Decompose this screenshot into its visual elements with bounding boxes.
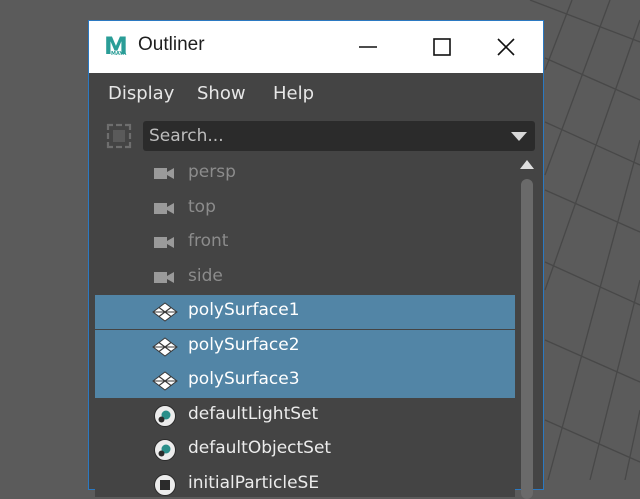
- maya-app-icon: M MAYA: [103, 32, 129, 60]
- outliner-item-label: persp: [188, 162, 236, 182]
- outliner-item-label: defaultObjectSet: [188, 438, 332, 458]
- scrollbar-thumb[interactable]: [521, 179, 533, 499]
- outliner-window: M MAYA Outliner Display Show Help Search…: [88, 20, 544, 499]
- camera-icon: [154, 237, 174, 248]
- outliner-item-polysurface3[interactable]: polySurface3: [95, 364, 515, 398]
- filter-icon[interactable]: [105, 122, 133, 150]
- vertical-scrollbar[interactable]: [517, 157, 537, 499]
- menu-bar: Display Show Help: [95, 76, 537, 116]
- outliner-item-defaultobjectset[interactable]: defaultObjectSet: [95, 433, 515, 467]
- minimize-icon: [359, 46, 377, 48]
- maximize-button[interactable]: [415, 21, 469, 73]
- maximize-icon: [433, 38, 451, 56]
- outliner-item-side[interactable]: side: [95, 261, 515, 295]
- outliner-item-top[interactable]: top: [95, 192, 515, 226]
- camera-icon: [154, 271, 174, 283]
- search-input[interactable]: [143, 121, 503, 151]
- menu-show[interactable]: Show: [197, 83, 246, 104]
- camera-icon: [154, 202, 174, 214]
- outliner-item-polysurface2[interactable]: polySurface2: [95, 329, 515, 364]
- search-dropdown-icon[interactable]: [511, 132, 527, 142]
- mesh-icon: [152, 336, 178, 357]
- search-box: [143, 121, 535, 151]
- close-icon: [497, 38, 515, 56]
- outliner-item-persp[interactable]: persp: [95, 157, 515, 191]
- outliner-item-label: front: [188, 231, 229, 251]
- outliner-item-label: top: [188, 196, 216, 217]
- window-title: Outliner: [138, 34, 205, 55]
- camera-icon: [154, 168, 174, 179]
- menu-help[interactable]: Help: [273, 83, 314, 104]
- outliner-item-front[interactable]: front: [95, 226, 515, 260]
- outliner-item-label: side: [188, 265, 223, 286]
- set-icon: [154, 439, 176, 461]
- set-icon: [154, 404, 176, 427]
- outliner-list: persp top front side polySurface1 polySu…: [95, 157, 515, 497]
- outliner-item-label: initialParticleSE: [188, 472, 320, 493]
- mesh-icon: [152, 302, 178, 322]
- menu-display[interactable]: Display: [108, 83, 174, 104]
- outliner-toolbar: [95, 117, 537, 155]
- mesh-icon: [152, 371, 178, 391]
- outliner-item-initialparticlese[interactable]: initialParticleSE: [95, 468, 515, 498]
- outliner-item-label: polySurface1: [188, 300, 300, 320]
- close-button[interactable]: [479, 21, 533, 73]
- minimize-button[interactable]: [341, 21, 395, 73]
- outliner-item-label: polySurface3: [188, 369, 300, 389]
- scroll-up-icon[interactable]: [519, 158, 535, 170]
- outliner-item-label: defaultLightSet: [188, 403, 319, 424]
- outliner-item-polysurface1[interactable]: polySurface1: [95, 295, 515, 329]
- outliner-item-label: polySurface2: [188, 334, 300, 355]
- outliner-item-defaultlightset[interactable]: defaultLightSet: [95, 399, 515, 433]
- title-bar[interactable]: M MAYA Outliner: [89, 21, 543, 73]
- shading-group-icon: [154, 473, 176, 496]
